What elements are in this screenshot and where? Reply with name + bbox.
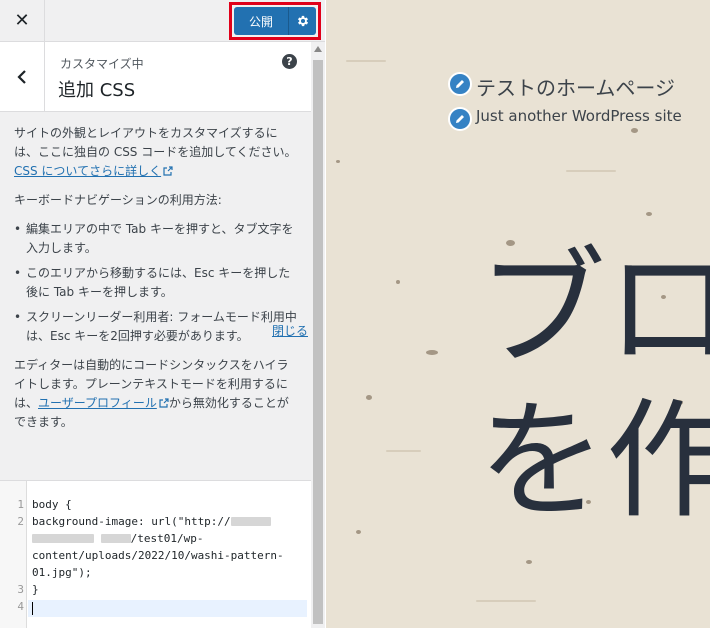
code-line: 01.jpg"); (32, 566, 92, 579)
text-cursor (32, 602, 33, 615)
redacted-text (32, 534, 94, 543)
paper-fiber (386, 450, 421, 452)
chevron-left-icon (17, 69, 26, 84)
close-customizer-button[interactable]: ✕ (0, 0, 45, 41)
keyboard-tips-list: 編集エリアの中で Tab キーを押すと、タブ文字を入力します。 このエリアから移… (14, 220, 297, 346)
scroll-up-arrow-icon[interactable] (314, 46, 322, 52)
scrollbar-thumb[interactable] (313, 60, 323, 624)
paper-speck (646, 212, 652, 216)
paper-fiber (476, 600, 536, 602)
publish-button[interactable]: 公開 (234, 7, 288, 35)
close-description-link[interactable]: 閉じる (272, 322, 308, 339)
code-line: /test01/wp- (32, 532, 203, 545)
hero-heading-line: ブロ (478, 235, 710, 384)
edit-tagline-button[interactable] (448, 107, 472, 131)
code-line: } (32, 583, 39, 596)
code-line: body { (32, 498, 72, 511)
redacted-text (100, 534, 131, 543)
hero-heading-line: を作 (478, 387, 710, 536)
redacted-text (230, 517, 271, 526)
close-icon: ✕ (14, 10, 30, 31)
section-header: カスタマイズ中 追加 CSS ? (0, 42, 311, 112)
customizer-sidebar: ✕ 公開 カスタマイズ中 追加 CSS ? サイトの外観とレイアウトをカスタマイ… (0, 0, 325, 628)
site-tagline[interactable]: Just another WordPress site (476, 107, 682, 125)
paper-speck (366, 395, 372, 400)
breadcrumb: カスタマイズ中 (60, 57, 144, 71)
code-line: background-image: url("http:// (32, 515, 271, 528)
publish-button-label: 公開 (248, 14, 273, 29)
back-button[interactable] (0, 42, 45, 111)
pencil-icon (456, 115, 464, 123)
paper-speck (526, 560, 532, 564)
section-title: 追加 CSS (58, 80, 136, 101)
paper-speck (396, 280, 400, 284)
section-description: サイトの外観とレイアウトをカスタマイズするには、ここに独自の CSS コードを追… (0, 112, 311, 442)
paper-fiber (346, 60, 386, 62)
user-profile-link[interactable]: ユーザープロフィール (38, 396, 157, 410)
help-icon[interactable]: ? (282, 54, 297, 69)
edit-site-title-button[interactable] (448, 72, 472, 96)
paper-speck (631, 128, 638, 133)
publish-settings-button[interactable] (288, 7, 316, 35)
editor-note-paragraph: エディターは自動的にコードシンタックスをハイライトします。プレーンテキストモード… (14, 358, 289, 429)
css-code-editor[interactable]: 1 2 3 4 body { background-image: url("ht… (0, 480, 311, 628)
line-number: 2 (17, 515, 24, 528)
list-item: スクリーンリーダー利用者: フォームモード利用中は、Esc キーを2回押す必要が… (14, 308, 297, 346)
gear-icon (297, 15, 308, 27)
css-learn-more-link[interactable]: CSS についてさらに詳しく (14, 164, 161, 178)
publish-highlight-box: 公開 (229, 2, 321, 40)
paper-fiber (566, 170, 616, 172)
line-number: 4 (17, 600, 24, 613)
list-item: 編集エリアの中で Tab キーを押すと、タブ文字を入力します。 (14, 220, 297, 258)
site-preview: テストのホームページ Just another WordPress site ブ… (326, 0, 710, 628)
site-title[interactable]: テストのホームページ (476, 72, 675, 101)
intro-paragraph: サイトの外観とレイアウトをカスタマイズするには、ここに独自の CSS コードを追… (14, 126, 297, 178)
line-number: 3 (17, 583, 24, 596)
external-link-icon (163, 166, 173, 176)
list-item: このエリアから移動するには、Esc キーを押した後に Tab キーを押します。 (14, 264, 297, 302)
paper-speck (336, 160, 340, 163)
active-line-highlight (28, 600, 307, 617)
sidebar-scrollbar[interactable] (311, 42, 325, 628)
line-number-gutter: 1 2 3 4 (0, 481, 27, 628)
pencil-icon (456, 80, 464, 88)
customizer-topbar: ✕ 公開 (0, 0, 325, 42)
keyboard-heading: キーボードナビゲーションの利用方法: (14, 193, 222, 207)
line-number: 1 (17, 498, 24, 511)
paper-speck (356, 530, 361, 534)
code-line: content/uploads/2022/10/washi-pattern- (32, 549, 284, 562)
external-link-icon (159, 398, 169, 408)
paper-speck (426, 350, 438, 355)
